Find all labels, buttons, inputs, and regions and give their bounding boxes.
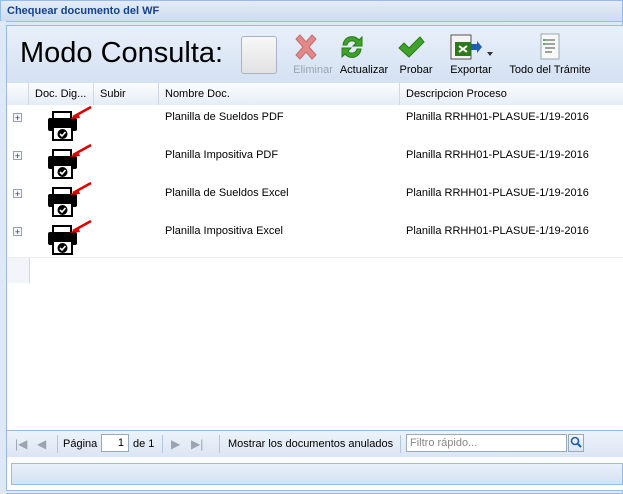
last-page-icon[interactable]: ▶| [191,437,203,451]
refresh-icon [337,32,391,62]
refresh-button[interactable]: Actualizar [337,30,391,80]
expand-row-button[interactable]: + [13,113,22,123]
print-doc-icon [48,181,92,217]
process-description-cell: Planilla RRHH01-PLASUE-1/19-2016 [406,187,589,199]
process-description-cell: Planilla RRHH01-PLASUE-1/19-2016 [406,149,589,161]
mode-toggle-button[interactable] [241,36,277,74]
quick-filter-placeholder: Filtro rápido... [410,437,478,449]
doc-name-cell: Planilla Impositiva Excel [165,225,283,237]
header-descripcion[interactable]: Descripcion Proceso [400,83,623,105]
delete-button[interactable]: Eliminar [291,30,335,80]
pager-separator [57,435,58,453]
search-icon [570,436,582,448]
page-number-input[interactable]: 1 [101,434,129,452]
header-expander-col [7,83,29,105]
page-label: Página [63,438,98,450]
check-icon [396,32,436,62]
doc-name-cell: Planilla de Sueldos Excel [165,187,289,199]
pager-separator [219,435,220,453]
paging-toolbar: |◀ ◀ Página 1 de 1 ▶ ▶| Mostrar los docu… [7,430,623,457]
pager-separator [162,435,163,453]
print-doc-icon [48,143,92,179]
first-page-icon[interactable]: |◀ [15,437,27,451]
delete-label: Eliminar [293,64,333,76]
delete-x-icon [291,32,335,62]
table-row[interactable]: + Planilla de Sueldos PDF Planilla RRHH01-… [7,105,623,144]
test-button[interactable]: Probar [396,30,436,80]
expand-row-button[interactable]: + [13,227,22,237]
export-icon [447,32,495,62]
prev-page-icon[interactable]: ◀ [37,437,46,451]
pager-separator [400,435,401,453]
doc-name-cell: Planilla Impositiva PDF [165,149,279,161]
header-doc-dig[interactable]: Doc. Dig... [29,83,94,105]
expand-row-button[interactable]: + [13,189,22,199]
upload-cell[interactable] [94,105,159,143]
page-count: de 1 [133,438,155,450]
quick-filter-input[interactable]: Filtro rápido... [406,434,567,452]
toolbar: Modo Consulta: Eliminar Actualizar Proba… [7,26,623,84]
full-procedure-button[interactable]: Todo del Trámite [505,30,595,80]
process-description-cell: Planilla RRHH01-PLASUE-1/19-2016 [406,111,589,123]
doc-digital-cell [29,143,94,181]
process-description-cell: Planilla RRHH01-PLASUE-1/19-2016 [406,225,589,237]
export-label: Exportar [450,64,492,76]
show-annulled-button[interactable]: Mostrar los documentos anulados [228,438,393,450]
table-row[interactable]: + Planilla Impositiva Excel Planilla RRHH0… [7,219,623,258]
upload-cell[interactable] [94,143,159,181]
document-list-icon [535,32,565,62]
window-title: Chequear documento del WF [1,1,622,22]
print-doc-icon [48,105,92,141]
header-nombre-doc[interactable]: Nombre Doc. [159,83,400,105]
print-doc-icon [48,219,92,255]
mode-title: Modo Consulta: [20,37,224,69]
table-row[interactable]: + Planilla de Sueldos Excel Planilla RRHH0… [7,181,623,220]
table-row[interactable]: + Planilla Impositiva PDF Planilla RRHH01-… [7,143,623,182]
doc-digital-cell [29,219,94,257]
doc-digital-cell [29,105,94,143]
expand-row-button[interactable]: + [13,151,22,161]
doc-digital-cell [29,181,94,219]
upload-cell[interactable] [94,181,159,219]
grid-header: Doc. Dig... Subir Nombre Doc. Descripcio… [7,83,623,106]
upload-cell[interactable] [94,219,159,257]
content-panel: Modo Consulta: Eliminar Actualizar Proba… [6,25,623,491]
full-procedure-label: Todo del Trámite [509,64,591,76]
refresh-label: Actualizar [339,64,389,76]
status-bar [11,463,623,485]
export-button[interactable]: Exportar [441,30,501,80]
search-button[interactable] [568,434,584,452]
doc-name-cell: Planilla de Sueldos PDF [165,111,284,123]
header-subir[interactable]: Subir [94,83,159,105]
next-page-icon[interactable]: ▶ [171,437,180,451]
test-label: Probar [399,64,433,76]
